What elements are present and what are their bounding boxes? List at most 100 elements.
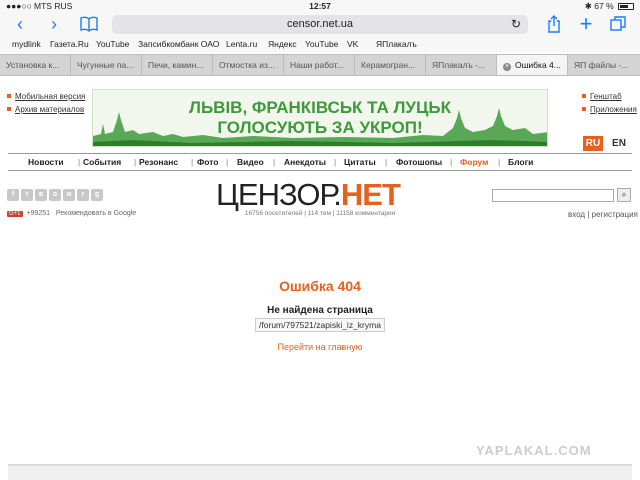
- nav-item-blogs[interactable]: Блоги: [508, 157, 533, 167]
- tabs-overview-icon[interactable]: [608, 14, 628, 34]
- nav-separator: |: [191, 157, 194, 167]
- nav-item-photo[interactable]: Фото: [197, 157, 218, 167]
- tab[interactable]: Чугунные па...: [71, 55, 142, 75]
- google-plus-icon[interactable]: g: [91, 189, 103, 201]
- site-logo[interactable]: ЦЕНЗОР.НЕТ: [216, 179, 426, 210]
- search-input[interactable]: [492, 189, 614, 202]
- bookmark-item[interactable]: VK: [347, 39, 358, 49]
- status-bar: ●●●○○ MTS RUS 12:57 ✱ 67 %: [0, 0, 640, 12]
- rss-icon[interactable]: r: [77, 189, 89, 201]
- page-content: Мобильная версия Архив материалов Геншта…: [0, 77, 640, 480]
- error-title: Ошибка 404: [279, 278, 361, 294]
- error-path: /forum/797521/zapiski_iz_kryma: [255, 318, 385, 332]
- error-subtitle: Не найдена страница: [267, 305, 373, 316]
- bullet-icon: [582, 107, 586, 111]
- register-link[interactable]: регистрация: [592, 210, 638, 219]
- apps-link[interactable]: Приложения: [582, 105, 637, 114]
- bookmark-item[interactable]: Lenta.ru: [226, 39, 257, 49]
- battery-icon: [618, 3, 634, 10]
- google-plus-row: G+1 +99251 Рекомендовать в Google: [7, 210, 136, 217]
- share-icon[interactable]: [544, 14, 564, 34]
- mobile-version-label: Мобильная версия: [15, 92, 86, 101]
- twitter-icon[interactable]: t: [21, 189, 33, 201]
- nav-separator: |: [334, 157, 337, 167]
- banner-line2: ГОЛОСУЮТЬ ЗА УКРОП!: [217, 118, 423, 137]
- nav-separator: |: [273, 157, 276, 167]
- nav-separator: |: [385, 157, 388, 167]
- tab-label: Чугунные па...: [77, 60, 134, 70]
- tab[interactable]: Наши работ...: [284, 55, 355, 75]
- nav-item-resonance[interactable]: Резонанс: [139, 157, 178, 167]
- nav-separator: |: [226, 157, 229, 167]
- bookmarks-book-icon[interactable]: [78, 14, 100, 34]
- nav-item-news[interactable]: Новости: [28, 157, 64, 167]
- odnoklassniki-icon[interactable]: о: [49, 189, 61, 201]
- bookmark-item[interactable]: YouTube: [96, 39, 129, 49]
- genshtab-link[interactable]: Генштаб: [582, 92, 622, 101]
- nav-item-forum[interactable]: Форум: [460, 157, 488, 167]
- search-button[interactable]: ⌕: [617, 188, 631, 202]
- vk-icon[interactable]: в: [35, 189, 47, 201]
- bookmark-item[interactable]: mydlink: [12, 39, 41, 49]
- lang-en-button[interactable]: EN: [606, 136, 632, 151]
- bullet-icon: [7, 107, 11, 111]
- tab[interactable]: ЯП файлы -...: [568, 55, 640, 75]
- nav-separator: |: [78, 157, 81, 167]
- tab-bar: Установка к... Чугунные па... Печи, ками…: [0, 54, 640, 76]
- tab[interactable]: Керамогран...: [355, 55, 426, 75]
- mobile-version-link[interactable]: Мобильная версия: [7, 92, 85, 101]
- tab[interactable]: Отмостка из...: [213, 55, 284, 75]
- bookmark-item[interactable]: Запсибкомбанк ОАО: [138, 39, 219, 49]
- address-bar[interactable]: censor.net.ua ↻: [112, 15, 528, 34]
- home-link[interactable]: Перейти на главную: [0, 342, 640, 352]
- nav-item-quotes[interactable]: Цитаты: [344, 157, 376, 167]
- tab-label: Отмостка из...: [219, 60, 275, 70]
- footer-band: [8, 464, 632, 480]
- banner-line1: ЛЬВІВ, ФРАНКІВСЬК ТА ЛУЦЬК: [189, 98, 451, 117]
- archive-link[interactable]: Архив материалов: [7, 105, 84, 114]
- nav-separator: |: [450, 157, 453, 167]
- battery-fill: [620, 5, 629, 8]
- close-tab-icon[interactable]: ×: [503, 63, 511, 71]
- tab-label: Наши работ...: [290, 60, 344, 70]
- tab-label: Керамогран...: [361, 60, 416, 70]
- bookmark-item[interactable]: YouTube: [305, 39, 338, 49]
- bullet-icon: [7, 94, 11, 98]
- tab[interactable]: Печи, камин...: [142, 55, 213, 75]
- bookmark-item[interactable]: Яндекс: [268, 39, 297, 49]
- search-icon: ⌕: [621, 190, 627, 199]
- bookmark-item[interactable]: Газета.Ru: [50, 39, 89, 49]
- nav-separator: |: [498, 157, 501, 167]
- tab-label: Ошибка 4...: [515, 60, 561, 70]
- archive-label: Архив материалов: [15, 105, 85, 114]
- watermark: YAPLAKAL.COM: [476, 443, 592, 458]
- g1-count: +99251: [26, 210, 51, 217]
- back-icon[interactable]: ‹: [10, 14, 30, 34]
- url-text: censor.net.ua: [286, 18, 354, 30]
- nav-item-events[interactable]: События: [83, 157, 121, 167]
- tab-active[interactable]: × Ошибка 4...: [497, 55, 568, 75]
- login-area: вход | регистрация: [568, 210, 638, 219]
- battery-percent: 67 %: [594, 1, 614, 11]
- facebook-icon[interactable]: f: [7, 189, 19, 201]
- nav-item-photoshops[interactable]: Фотошопы: [396, 157, 442, 167]
- reload-icon[interactable]: ↻: [511, 15, 521, 34]
- nav-item-video[interactable]: Видео: [237, 157, 264, 167]
- login-link[interactable]: вход: [568, 210, 585, 219]
- new-tab-icon[interactable]: +: [576, 13, 596, 35]
- tab[interactable]: Установка к...: [0, 55, 71, 75]
- bookmark-item[interactable]: ЯПлакалъ: [376, 39, 417, 49]
- g1-button[interactable]: G+1: [7, 211, 23, 217]
- login-separator: |: [587, 210, 590, 219]
- tab-label: ЯП файлы -...: [574, 60, 629, 70]
- genshtab-label: Генштаб: [590, 92, 622, 101]
- tab[interactable]: ЯПлакалъ -...: [426, 55, 497, 75]
- ad-banner[interactable]: ЛЬВІВ, ФРАНКІВСЬК ТА ЛУЦЬК ГОЛОСУЮТЬ ЗА …: [92, 89, 548, 147]
- nav-item-jokes[interactable]: Анекдоты: [284, 157, 326, 167]
- forward-icon[interactable]: ›: [44, 14, 64, 34]
- lang-ru-button[interactable]: RU: [583, 136, 603, 151]
- tab-label: Печи, камин...: [148, 60, 204, 70]
- livejournal-icon[interactable]: ж: [63, 189, 75, 201]
- nav-separator: |: [134, 157, 137, 167]
- g1-recommend[interactable]: Рекомендовать в Google: [56, 210, 136, 217]
